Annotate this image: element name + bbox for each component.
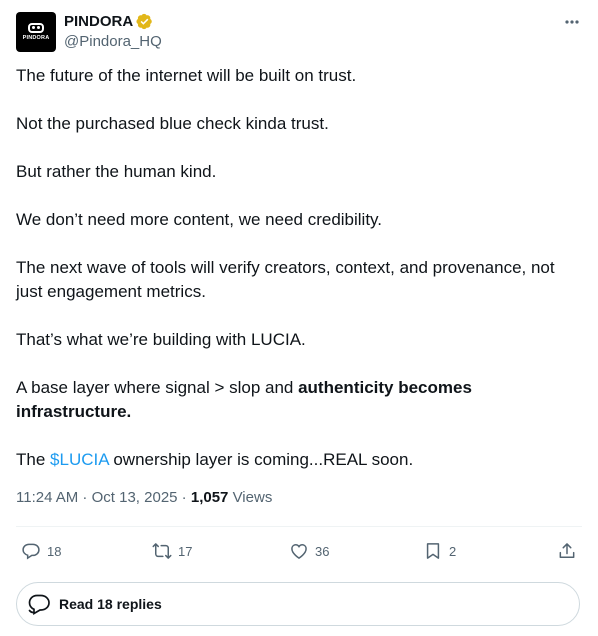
repost-icon — [152, 543, 172, 559]
share-icon — [559, 543, 575, 558]
tweet-paragraph: Not the purchased blue check kinda trust… — [16, 114, 329, 133]
tweet-paragraph: That’s what we’re building with LUCIA. — [16, 330, 306, 349]
tweet-meta: 11:24 AM · Oct 13, 2025 · 1,057 Views — [16, 489, 272, 506]
share-button[interactable] — [557, 536, 577, 566]
tweet-text: The future of the internet will be built… — [16, 64, 582, 496]
meta-separator: · — [177, 489, 191, 506]
pindora-logo-icon — [28, 23, 44, 33]
views-label: Views — [228, 489, 273, 506]
tweet-paragraph: A base layer where signal > slop and aut… — [16, 376, 582, 424]
tweet-text-span: ownership layer is coming...REAL soon. — [108, 450, 414, 469]
like-count: 36 — [315, 543, 330, 559]
tweet-paragraph: The future of the internet will be built… — [16, 66, 357, 85]
tweet-date[interactable]: Oct 13, 2025 — [92, 489, 178, 506]
verified-badge-icon[interactable] — [136, 13, 153, 30]
reply-button[interactable]: 18 — [21, 536, 61, 566]
tweet-text-span: A base layer where signal > slop and — [16, 378, 299, 397]
speech-bubble-icon — [28, 594, 50, 615]
bookmark-icon — [426, 543, 440, 559]
tweet-paragraph: We don’t need more content, we need cred… — [16, 210, 383, 229]
name-row: PINDORA — [64, 13, 153, 30]
more-options-button[interactable] — [562, 14, 582, 30]
read-replies-button[interactable]: Read 18 replies — [16, 582, 580, 626]
display-name[interactable]: PINDORA — [64, 13, 133, 30]
tweet-header: PINDORA PINDORA @Pindora_HQ — [16, 12, 582, 52]
tweet-paragraph: The $LUCIA ownership layer is coming...R… — [16, 448, 582, 472]
reply-icon — [22, 543, 40, 560]
meta-separator: · — [78, 489, 92, 506]
bookmark-button[interactable]: 2 — [423, 536, 456, 566]
repost-button[interactable]: 17 — [152, 536, 192, 566]
read-replies-label: Read 18 replies — [59, 596, 162, 612]
avatar[interactable]: PINDORA — [16, 12, 56, 52]
tweet-time[interactable]: 11:24 AM — [16, 489, 78, 506]
tweet-paragraph: The next wave of tools will verify creat… — [16, 258, 555, 301]
divider — [16, 526, 582, 527]
action-bar: 18 17 36 2 — [16, 536, 582, 566]
repost-count: 17 — [178, 543, 193, 559]
like-button[interactable]: 36 — [289, 536, 329, 566]
more-dots-icon — [565, 20, 579, 24]
avatar-wordmark: PINDORA — [22, 35, 50, 41]
handle[interactable]: @Pindora_HQ — [64, 33, 162, 50]
tweet-text-span: The — [16, 450, 51, 469]
cashtag-link[interactable]: $LUCIA — [50, 450, 109, 469]
views-count: 1,057 — [190, 489, 229, 506]
bookmark-count: 2 — [449, 543, 457, 559]
heart-icon — [291, 544, 307, 559]
tweet-paragraph: But rather the human kind. — [16, 162, 217, 181]
reply-count: 18 — [47, 543, 62, 559]
